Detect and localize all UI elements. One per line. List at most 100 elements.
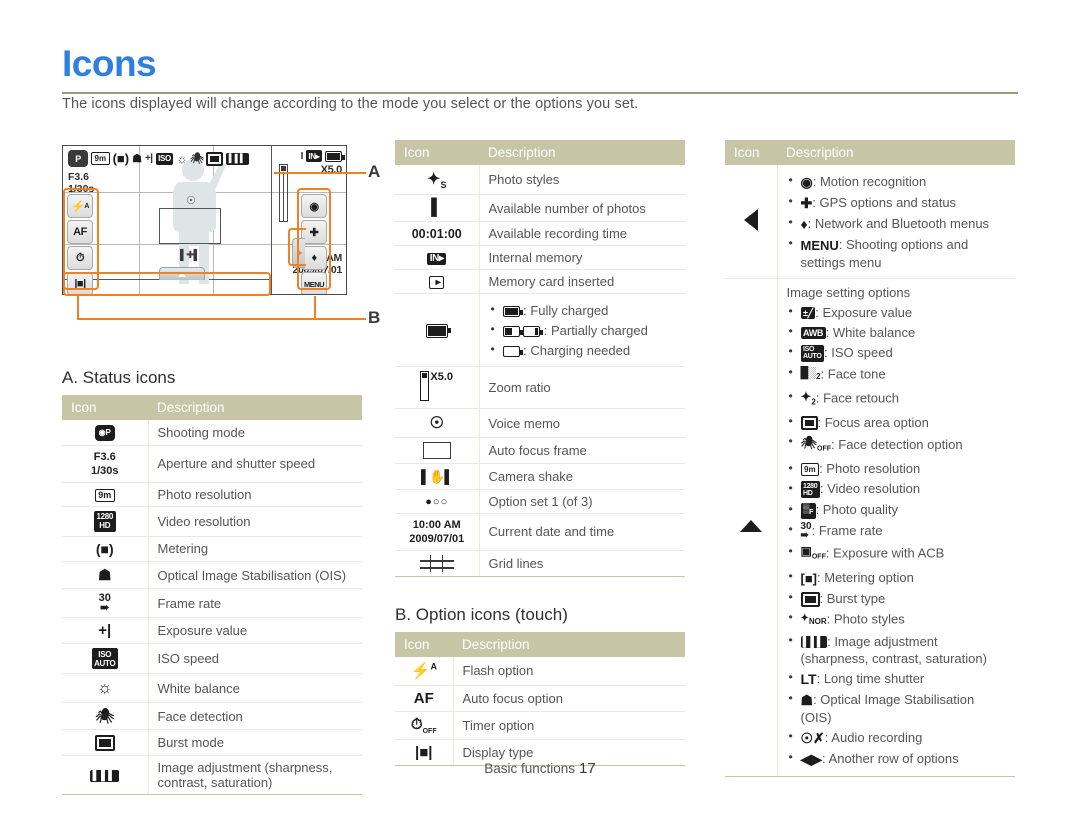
image-adjustment-icon: ▍▌▍ xyxy=(226,152,249,165)
table-row: +| Exposure value xyxy=(62,617,362,644)
exposure-value-icon: +| xyxy=(62,617,149,644)
table-row: AF Auto focus option xyxy=(395,684,685,712)
footer-section-label: Basic functions xyxy=(484,761,576,776)
list-item: ☗: Optical Image Stabilisation (OIS) xyxy=(789,689,1007,727)
image-setting-options-note: Image setting options xyxy=(786,285,911,301)
row-description: Voice memo xyxy=(479,408,685,438)
row-description: Available number of photos xyxy=(479,194,685,222)
table-row: X5.0 Zoom ratio xyxy=(395,366,685,409)
table-header-row: Icon Description xyxy=(395,631,685,657)
right-column: Icon Description ◉: Motion recognition ✚… xyxy=(725,140,1015,777)
memory-battery-row: I IN▸ xyxy=(301,150,345,162)
row-description: Photo resolution xyxy=(148,481,362,507)
aperture-shutter-icon: F3.6 1/30s xyxy=(62,444,149,483)
photo-resolution-icon: 9m xyxy=(800,463,820,477)
column-header-description: Description xyxy=(777,140,1015,165)
internal-memory-icon: IN▸ xyxy=(305,150,322,162)
grid-lines-icon xyxy=(395,549,480,577)
table-header-row: Icon Description xyxy=(395,140,685,165)
column-header-icon: Icon xyxy=(395,140,479,165)
internal-memory-icon: IN▸ xyxy=(395,245,480,270)
table-row: 00:01:00 Available recording time xyxy=(395,221,685,246)
callout-line-b-vert-right xyxy=(314,296,317,320)
burst-mode-icon xyxy=(206,151,224,166)
option-icons-table: Icon Description ⚡A Flash option AF Auto… xyxy=(395,631,685,767)
ois-icon: ☗ xyxy=(800,691,814,708)
long-time-shutter-icon: LT xyxy=(800,670,817,687)
list-item: █░2: Face tone xyxy=(789,363,1007,386)
list-item: : Charging needed xyxy=(491,340,677,360)
row-description: Zoom ratio xyxy=(479,366,685,409)
row-description: Auto focus option xyxy=(453,684,685,712)
left-triangle-icon xyxy=(725,165,778,279)
video-resolution-icon: 1280 HD xyxy=(800,481,820,499)
battery-states-list: : Fully charged : Partially charged : Ch… xyxy=(489,300,677,360)
row-description: Memory card inserted xyxy=(479,269,685,294)
face-tone-icon: █░2 xyxy=(800,366,821,381)
row-description: Face detection xyxy=(148,702,362,730)
list-item: : Burst type xyxy=(789,588,1007,608)
memory-card-icon: ▸ xyxy=(395,269,480,294)
timer-option-icon: ⏱OFF xyxy=(395,710,454,740)
menu-icon: MENU xyxy=(800,237,839,253)
footer-page-number: 17 xyxy=(579,760,596,777)
list-item: 9m: Photo resolution xyxy=(789,459,1007,479)
table-row: ▌✋▌ Camera shake xyxy=(395,463,685,490)
column-header-description: Description xyxy=(453,631,685,657)
camera-shake-icon: ▌✋▌ xyxy=(395,463,480,490)
list-item: 🕷OFF: Face detection option xyxy=(789,432,1007,459)
callout-label-b: B xyxy=(368,308,381,327)
section-a-heading: A. Status icons xyxy=(62,368,176,387)
ois-icon: ☗ xyxy=(132,153,142,165)
manual-page: Icons The icons displayed will change ac… xyxy=(0,0,1080,815)
iso-speed-icon: ISO AUTO xyxy=(62,643,149,674)
row-description: Auto focus frame xyxy=(479,437,685,464)
row-description: Available recording time xyxy=(479,221,685,246)
battery-empty-icon xyxy=(502,345,523,357)
page-subtitle: The icons displayed will change accordin… xyxy=(62,96,639,112)
focus-area-icon xyxy=(800,416,818,431)
row-description: Video resolution xyxy=(148,505,362,537)
column-header-icon: Icon xyxy=(395,631,453,657)
white-balance-icon: AWB xyxy=(800,327,826,340)
camera-shake-icon: ▌✚▌ xyxy=(180,250,201,261)
voice-memo-icon: ☉ xyxy=(395,408,480,438)
image-setting-options-list: ±╱: Exposure value AWB: White balance IS… xyxy=(787,302,1007,769)
list-item: 30➠: Frame rate xyxy=(789,520,1007,542)
frame-rate-icon: 30 ➠ xyxy=(62,588,149,618)
motion-recognition-icon: ◉ xyxy=(800,173,813,190)
table-row: Burst mode xyxy=(62,729,362,756)
table-row: 30 ➠ Frame rate xyxy=(62,588,362,618)
burst-type-icon xyxy=(800,591,820,607)
list-item: ▍▌▍: Image adjustment (sharpness, contra… xyxy=(789,631,1007,668)
column-header-description: Description xyxy=(148,395,362,420)
callout-line-a xyxy=(274,172,366,175)
row-description: Frame rate xyxy=(148,588,362,618)
table-header-row: Icon Description xyxy=(725,140,1015,165)
table-row: ◉P Shooting mode xyxy=(62,420,362,446)
camera-screen-diagram: ☉ ▌✚▌ P 9m (■) ☗ +| ISO ☼ 🕷 ▍▌▍ F3.6 1/30… xyxy=(62,140,382,340)
available-photos-icon: ▌ xyxy=(395,194,480,222)
row-description: Optical Image Stabilisation (OIS) xyxy=(148,561,362,589)
list-item: [■]: Metering option xyxy=(789,567,1007,588)
row-description: Photo styles xyxy=(488,172,560,188)
metering-option-icon: [■] xyxy=(800,570,818,586)
list-item: ☉✗: Audio recording xyxy=(789,727,1007,748)
row-description: Timer option xyxy=(453,710,685,740)
section-b-heading: B. Option icons (touch) xyxy=(395,604,568,624)
iso-speed-icon: ISO AUTO xyxy=(800,344,825,362)
photo-resolution-icon: 9m xyxy=(62,481,149,507)
table-row: ▌ Available number of photos xyxy=(395,194,685,222)
list-item: ✦NOR: Photo styles xyxy=(789,608,1007,631)
burst-mode-icon xyxy=(62,729,149,756)
list-item: ISOAUTO: ISO speed xyxy=(789,342,1007,363)
row-description: Current date and time xyxy=(479,512,685,551)
row-description: ISO speed xyxy=(148,643,362,674)
table-row: Grid lines xyxy=(395,549,685,577)
row-description: ◉: Motion recognition ✚: GPS options and… xyxy=(777,165,1015,279)
table-row: ☼ White balance xyxy=(62,673,362,703)
table-row: 9m Photo resolution xyxy=(62,481,362,507)
page-footer: Basic functions 17 xyxy=(0,760,1080,777)
list-item: ✦2: Face retouch xyxy=(789,387,1007,413)
table-row: 10:00 AM 2009/07/01 Current date and time xyxy=(395,512,685,551)
